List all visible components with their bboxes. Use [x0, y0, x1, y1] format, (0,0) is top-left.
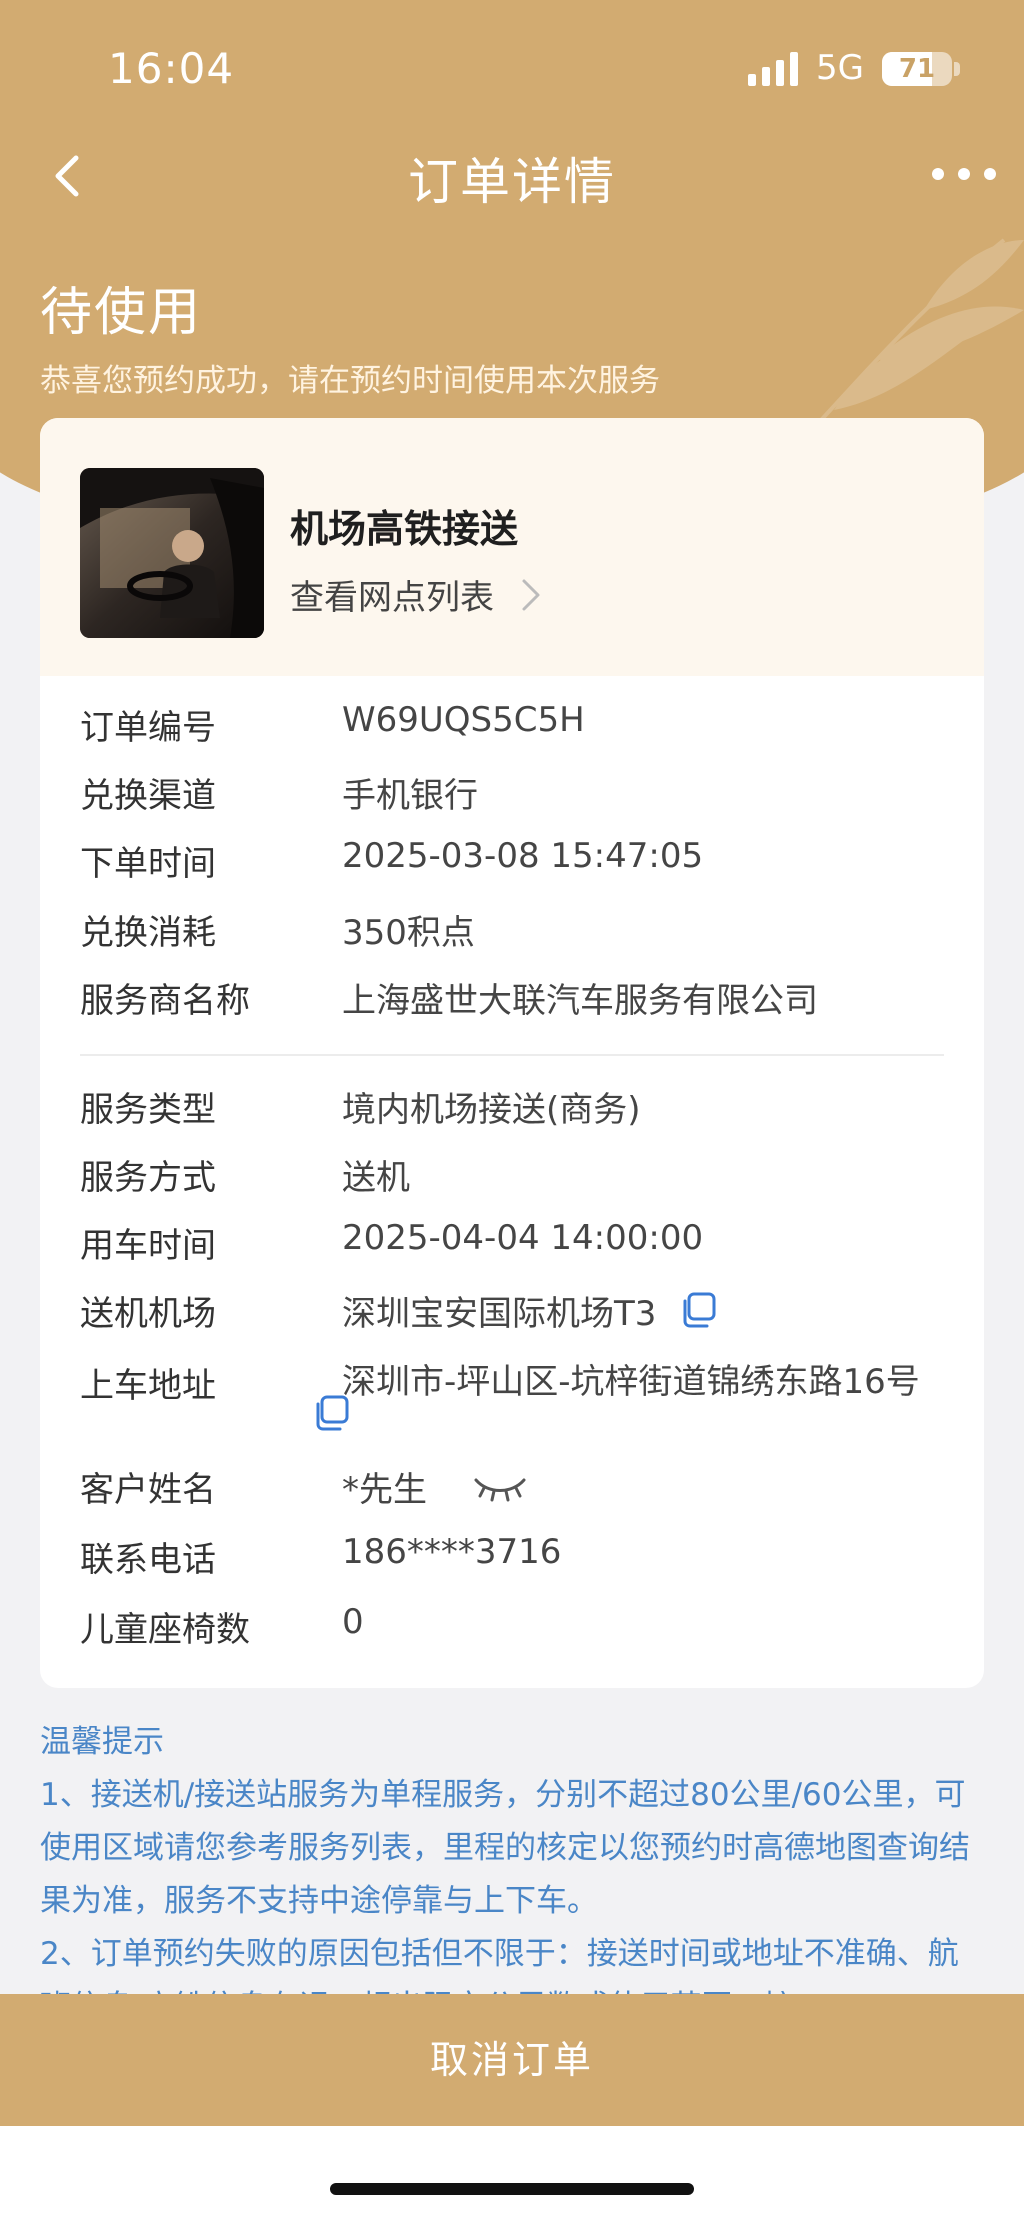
phone-value: 186****3716	[342, 1532, 562, 1572]
view-outlets-label: 查看网点列表	[290, 578, 494, 618]
child-seats-label: 儿童座椅数	[80, 1610, 250, 1650]
service-type-value: 境内机场接送(商务)	[342, 1090, 641, 1130]
detail-row-airport: 送机机场 深圳宝安国际机场T3	[80, 1286, 960, 1342]
status-time: 16:04	[108, 44, 235, 93]
order-status-message: 恭喜您预约成功，请在预约时间使用本次服务	[40, 363, 660, 399]
detail-row-pickup: 上车地址 深圳市-坪山区-坑梓街道锦绣东路16号	[80, 1358, 960, 1414]
detail-row-use-time: 用车时间 2025-04-04 14:00:00	[80, 1218, 960, 1274]
use-time-label: 用车时间	[80, 1226, 216, 1266]
cancel-order-button[interactable]: 取消订单	[0, 1994, 1024, 2126]
customer-value: *先生	[342, 1470, 427, 1510]
chevron-right-icon	[522, 579, 540, 610]
detail-row-child-seats: 儿童座椅数 0	[80, 1602, 960, 1658]
tips-section: 温馨提示 1、接送机/接送站服务为单程服务，分别不超过80公里/60公里，可使用…	[40, 1716, 984, 2034]
home-indicator-area	[0, 2126, 1024, 2217]
order-detail-page: 16:04 5G 71 订单详情 待使用 恭喜您预约成功，请在预约时间使用本次服…	[0, 0, 1024, 2217]
product-image	[80, 468, 264, 638]
detail-row-phone: 联系电话 186****3716	[80, 1532, 960, 1588]
order-status: 待使用	[40, 283, 203, 343]
detail-row-channel: 兑换渠道 手机银行	[80, 768, 960, 824]
status-bar: 16:04 5G 71	[0, 0, 1024, 132]
phone-label: 联系电话	[80, 1540, 216, 1580]
pickup-label: 上车地址	[80, 1366, 216, 1406]
airport-value: 深圳宝安国际机场T3	[342, 1294, 657, 1334]
detail-row-provider: 服务商名称 上海盛世大联汽车服务有限公司	[80, 973, 960, 1029]
service-type-label: 服务类型	[80, 1090, 216, 1130]
airport-value-wrap: 深圳宝安国际机场T3	[342, 1286, 717, 1335]
product-name: 机场高铁接送	[290, 507, 519, 551]
order-time-label: 下单时间	[80, 844, 216, 884]
more-dots-icon[interactable]	[928, 160, 1000, 188]
customer-label: 客户姓名	[80, 1470, 216, 1510]
channel-value: 手机银行	[342, 776, 478, 816]
order-no-value: W69UQS5C5H	[342, 700, 585, 740]
home-indicator[interactable]	[330, 2183, 694, 2195]
view-outlets-link[interactable]: 查看网点列表	[290, 570, 548, 619]
eye-closed-icon[interactable]	[472, 1470, 528, 1504]
battery-icon: 71	[882, 52, 952, 86]
channel-label: 兑换渠道	[80, 776, 216, 816]
provider-label: 服务商名称	[80, 981, 250, 1021]
child-seats-value: 0	[342, 1602, 364, 1642]
use-time-value: 2025-04-04 14:00:00	[342, 1218, 704, 1258]
order-no-label: 订单编号	[80, 708, 216, 748]
copy-address-icon[interactable]	[312, 1394, 350, 1432]
order-time-value: 2025-03-08 15:47:05	[342, 836, 704, 876]
tips-title: 温馨提示	[40, 1724, 164, 1760]
bottom-action-bar: 取消订单	[0, 1994, 1024, 2126]
tips-line-1: 1、接送机/接送站服务为单程服务，分别不超过80公里/60公里，可使用区域请您参…	[40, 1777, 970, 1919]
detail-row-order-no: 订单编号 W69UQS5C5H	[80, 700, 960, 756]
page-title: 订单详情	[408, 153, 616, 211]
detail-row-service-type: 服务类型 境内机场接送(商务)	[80, 1082, 960, 1138]
detail-row-service-mode: 服务方式 送机	[80, 1150, 960, 1206]
detail-row-order-time: 下单时间 2025-03-08 15:47:05	[80, 836, 960, 892]
copy-airport-icon[interactable]	[679, 1291, 717, 1329]
section-divider	[80, 1054, 944, 1056]
service-mode-label: 服务方式	[80, 1158, 216, 1198]
pickup-value: 深圳市-坪山区-坑梓街道锦绣东路16号	[342, 1362, 920, 1402]
battery-cap	[954, 62, 960, 76]
detail-row-cost: 兑换消耗 350积点	[80, 905, 960, 961]
cost-value: 350积点	[342, 913, 475, 953]
airport-label: 送机机场	[80, 1294, 216, 1334]
cost-label: 兑换消耗	[80, 913, 216, 953]
network-type: 5G	[816, 48, 864, 88]
provider-value: 上海盛世大联汽车服务有限公司	[342, 981, 818, 1021]
service-mode-value: 送机	[342, 1158, 410, 1198]
cellular-signal-icon	[748, 52, 798, 86]
battery-percentage: 71	[898, 54, 936, 84]
product-header: 机场高铁接送 查看网点列表	[40, 418, 984, 676]
